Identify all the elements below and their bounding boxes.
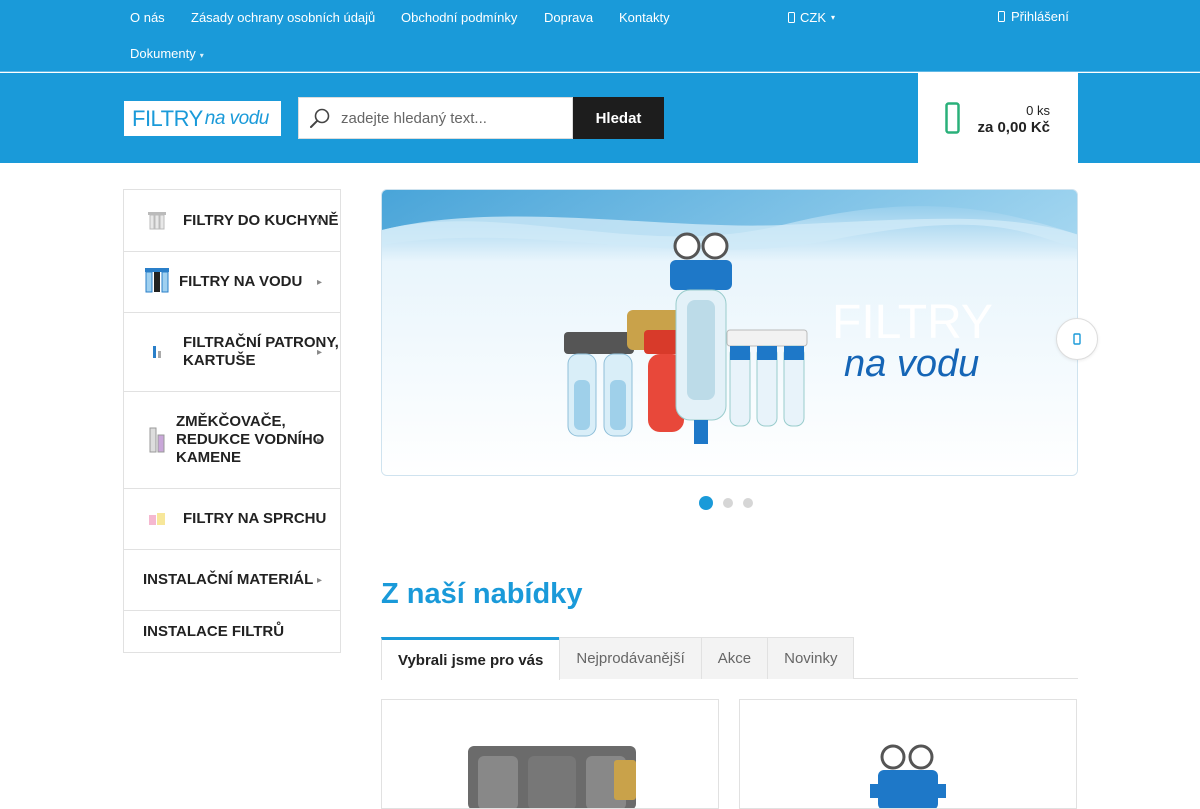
- category-label: INSTALAČNÍ MATERIÁL: [143, 571, 314, 588]
- nav-link-shipping[interactable]: Doprava: [544, 10, 593, 25]
- chevron-down-icon: ▾: [199, 51, 204, 60]
- category-item-water-filters[interactable]: FILTRY NA VODU ▸: [124, 251, 340, 312]
- category-item-filter-installation[interactable]: INSTALACE FILTRŮ: [124, 610, 340, 652]
- banner-image: FILTRY na vodu: [382, 190, 1077, 475]
- nav-link-contacts[interactable]: Kontakty: [619, 10, 670, 25]
- category-item-shower-filters[interactable]: FILTRY NA SPRCHU: [124, 488, 340, 549]
- slider-next-button[interactable]: [1056, 318, 1098, 360]
- search-box: [298, 97, 573, 139]
- login-link[interactable]: Přihlášení: [998, 9, 1069, 24]
- tab-sale[interactable]: Akce: [700, 637, 769, 679]
- search-icon: [310, 108, 330, 128]
- search-button[interactable]: Hledat: [573, 97, 664, 139]
- nav-link-privacy[interactable]: Zásady ochrany osobních údajů: [191, 10, 375, 25]
- category-label: FILTRY DO KUCHYNĚ: [183, 211, 339, 229]
- product-image: [870, 744, 946, 808]
- cart-item-count: 0 ks: [1026, 103, 1050, 118]
- slider-dot-3[interactable]: [743, 498, 753, 508]
- slider-pagination: [699, 496, 753, 510]
- category-item-installation-material[interactable]: INSTALAČNÍ MATERIÁL ▸: [124, 549, 340, 610]
- slider-dot-1[interactable]: [699, 496, 713, 510]
- currency-label: CZK: [800, 10, 826, 25]
- category-label: ZMĚKČOVAČE, REDUKCE VODNÍHO KAMENE: [176, 413, 325, 466]
- hero-banner[interactable]: FILTRY na vodu: [381, 189, 1078, 476]
- offer-section-title: Z naší nabídky: [381, 578, 583, 610]
- chevron-right-icon: ▸: [316, 434, 322, 446]
- tab-best-sellers[interactable]: Nejprodávanější: [559, 637, 702, 679]
- category-sidebar: FILTRY DO KUCHYNĚ ▸ FILTRY NA VODU ▸ FIL…: [123, 189, 341, 653]
- user-icon: [998, 11, 1005, 22]
- search-input[interactable]: [331, 98, 572, 138]
- currency-selector[interactable]: CZK ▾: [788, 10, 835, 25]
- banner-headline-2: na vodu: [844, 343, 979, 385]
- nav-link-terms[interactable]: Obchodní podmínky: [401, 10, 517, 25]
- chevron-right-icon: ▸: [316, 574, 322, 586]
- cart-widget[interactable]: 0 ks za 0,00 Kč: [918, 73, 1078, 163]
- slider-dot-2[interactable]: [723, 498, 733, 508]
- softener-thumbnail: [144, 425, 170, 455]
- tab-selected-for-you[interactable]: Vybrali jsme pro vás: [381, 637, 561, 680]
- product-card[interactable]: [739, 699, 1077, 809]
- category-label: INSTALACE FILTRŮ: [143, 622, 285, 640]
- category-item-kitchen-filters[interactable]: FILTRY DO KUCHYNĚ ▸: [124, 190, 340, 251]
- tab-new-arrivals[interactable]: Novinky: [767, 637, 855, 679]
- category-label: FILTRY NA SPRCHU: [183, 510, 327, 527]
- offer-tabs: Vybrali jsme pro vás Nejprodávanější Akc…: [381, 637, 1078, 680]
- login-label: Přihlášení: [1011, 9, 1069, 24]
- documents-label: Dokumenty: [130, 46, 196, 61]
- logo-text-primary: FILTRY: [132, 105, 203, 131]
- chevron-down-icon: ▾: [831, 13, 836, 22]
- category-item-cartridges[interactable]: FILTRAČNÍ PATRONY, KARTUŠE ▸: [124, 312, 340, 391]
- cartridge-thumbnail: [144, 337, 170, 367]
- banner-headline-1: FILTRY: [832, 296, 993, 349]
- chevron-right-icon: ▸: [316, 346, 322, 358]
- chevron-right-icon: [1073, 333, 1081, 345]
- chevron-right-icon: ▸: [316, 276, 322, 288]
- logo-text-secondary: na vodu: [204, 107, 270, 129]
- shower-filter-thumbnail: [144, 504, 170, 534]
- site-header: FILTRY na vodu Hledat 0 ks za 0,00 Kč: [0, 73, 1200, 163]
- search-form: Hledat: [298, 97, 664, 139]
- site-logo[interactable]: FILTRY na vodu: [124, 101, 281, 136]
- nav-dropdown-documents[interactable]: Dokumenty ▾: [130, 46, 204, 61]
- category-item-softeners[interactable]: ZMĚKČOVAČE, REDUKCE VODNÍHO KAMENE ▸: [124, 391, 340, 488]
- cart-total: za 0,00 Kč: [977, 119, 1050, 136]
- product-image: [468, 746, 636, 808]
- kitchen-filter-thumbnail: [144, 206, 170, 236]
- currency-icon: [788, 12, 795, 23]
- chevron-right-icon: ▸: [316, 215, 322, 226]
- category-label: FILTRY NA VODU: [179, 273, 303, 290]
- cart-icon: [945, 102, 960, 134]
- product-card[interactable]: [381, 699, 719, 809]
- top-navigation-bar: O nás Zásady ochrany osobních údajů Obch…: [0, 0, 1200, 72]
- nav-link-about[interactable]: O nás: [130, 10, 165, 25]
- water-filter-thumbnail: [144, 267, 170, 297]
